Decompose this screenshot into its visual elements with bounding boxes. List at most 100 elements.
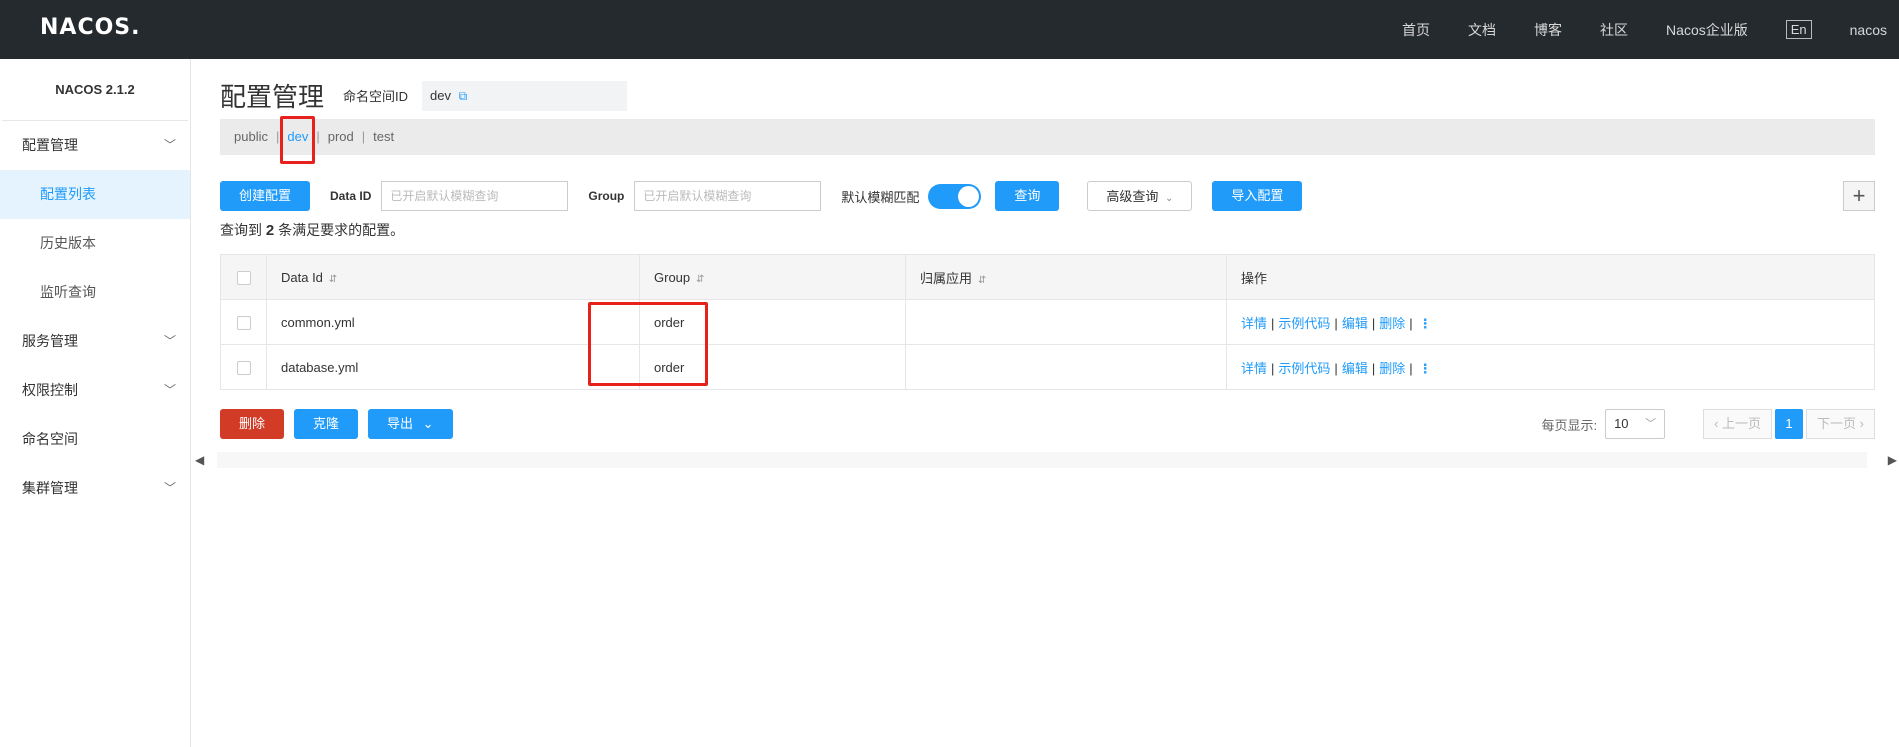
column-header-actions: 操作 [1226,254,1875,300]
copy-icon[interactable]: ⧉ [459,89,468,103]
row-checkbox[interactable] [237,315,251,330]
search-button[interactable]: 查询 [995,181,1060,211]
delete-link[interactable]: 删除 [1379,361,1405,376]
namespace-id-box: dev ⧉ [422,80,628,111]
sidebar-item-access-control[interactable]: 权限控制 ﹀ [0,366,190,415]
next-page-button[interactable]: 下一页 › [1806,409,1875,439]
user-menu[interactable]: nacos [1850,22,1887,38]
sidebar-item-cluster-management[interactable]: 集群管理 ﹀ [0,464,190,513]
highlight-box-dev-tab [280,116,315,164]
more-actions-icon[interactable]: ⋮ [1419,361,1432,376]
group-input[interactable]: 已开启默认模糊查询 [634,181,822,211]
detail-link[interactable]: 详情 [1241,316,1267,331]
row-select-cell [220,299,267,345]
tab-public[interactable]: public [234,129,268,144]
row-checkbox[interactable] [237,360,251,375]
scroll-left-icon[interactable]: ◀ [195,453,204,467]
sample-code-link[interactable]: 示例代码 [1278,316,1330,331]
chevron-down-icon: ﹀ [1645,418,1657,430]
data-id-label: Data ID [330,189,372,203]
sidebar-item-listener-query[interactable]: 监听查询 [0,268,190,317]
sort-icon[interactable]: ⇵ [329,274,337,285]
actions-cell: 详情 | 示例代码 | 编辑 | 删除 | ⋮ [1226,344,1875,390]
sidebar-item-history[interactable]: 历史版本 [0,219,190,268]
action-separator: | [1409,315,1413,331]
delete-button[interactable]: 删除 [220,409,285,439]
sidebar-item-config-management[interactable]: 配置管理 ﹀ [0,121,190,170]
more-actions-icon[interactable]: ⋮ [1419,316,1432,331]
advanced-search-label: 高级查询 [1106,189,1159,204]
column-label: Data Id [281,269,323,285]
chevron-down-icon: ﹀ [163,383,176,397]
import-config-button[interactable]: 导入配置 [1212,181,1303,211]
sidebar-item-label: 配置管理 [22,137,78,153]
sort-icon[interactable]: ⇵ [696,274,704,285]
tab-test[interactable]: test [373,129,394,144]
chevron-down-icon: ﹀ [163,334,176,348]
edit-link[interactable]: 编辑 [1342,316,1368,331]
sidebar-item-label: 权限控制 [22,382,78,398]
fuzzy-match-label: 默认模糊匹配 [841,189,920,205]
sidebar-item-namespace[interactable]: 命名空间 [0,415,190,464]
nav-home[interactable]: 首页 [1402,20,1430,40]
column-label: Group [654,269,691,285]
chevron-down-icon: ﹀ [163,138,176,152]
app-cell [905,344,1227,390]
top-navbar: NACOS. 首页 文档 博客 社区 Nacos企业版 En nacos [0,0,1899,59]
chevron-right-icon: › [1856,416,1864,431]
plus-icon[interactable]: + [1843,181,1875,211]
sample-code-link[interactable]: 示例代码 [1278,361,1330,376]
tab-prod[interactable]: prod [328,129,354,144]
create-config-button[interactable]: 创建配置 [220,181,311,211]
column-label: 操作 [1241,270,1268,286]
language-switch-button[interactable]: En [1785,20,1812,39]
column-label: 归属应用 [920,270,973,286]
sort-icon[interactable]: ⇵ [978,275,986,286]
action-separator: | [1409,360,1413,376]
namespace-id-label: 命名空间ID [343,89,409,104]
column-header-app[interactable]: 归属应用 ⇵ [905,254,1227,300]
page-size-value: 10 [1614,416,1629,431]
export-button[interactable]: 导出 ⌄ [368,409,453,439]
delete-link[interactable]: 删除 [1379,316,1405,331]
action-separator: | [1271,360,1275,376]
data-id-cell: database.yml [266,344,640,390]
table-footer: 删除 克隆 导出 ⌄ 每页显示: 10 ﹀ ‹ 上一页 1 下一页 › [220,408,1875,440]
nacos-logo[interactable]: NACOS. [40,15,141,40]
detail-link[interactable]: 详情 [1241,361,1267,376]
column-header-data-id[interactable]: Data Id ⇵ [266,254,640,300]
data-id-input[interactable]: 已开启默认模糊查询 [381,181,569,211]
action-separator: | [1371,315,1376,331]
namespace-id-value: dev [430,87,451,103]
highlight-box-group-column [588,302,708,386]
page-size-select[interactable]: 10 ﹀ [1605,409,1666,439]
group-label: Group [588,189,625,203]
select-all-checkbox[interactable] [237,270,251,285]
scrollbar-track[interactable] [217,452,1867,468]
app-cell [905,299,1227,345]
result-suffix: 条满足要求的配置。 [278,222,405,238]
fuzzy-match-toggle[interactable] [928,183,982,209]
horizontal-scrollbar[interactable]: ◀ ▶ [195,452,1899,468]
sidebar-item-service-management[interactable]: 服务管理 ﹀ [0,317,190,366]
nav-blog[interactable]: 博客 [1534,20,1562,40]
advanced-search-button[interactable]: 高级查询 ⌄ [1087,181,1193,211]
nav-community[interactable]: 社区 [1600,20,1628,40]
prev-page-button[interactable]: ‹ 上一页 [1703,409,1773,439]
clone-button[interactable]: 克隆 [294,409,359,439]
nav-docs[interactable]: 文档 [1468,20,1496,40]
prev-page-label: 上一页 [1722,416,1762,431]
result-count: 2 [265,222,275,239]
sidebar: NACOS 2.1.2 配置管理 ﹀ 配置列表 历史版本 监听查询 服务管理 ﹀… [0,59,191,747]
sidebar-item-config-list[interactable]: 配置列表 [0,170,190,219]
sidebar-item-label: 集群管理 [22,480,78,496]
page-number-button[interactable]: 1 [1775,409,1804,439]
data-id-cell: common.yml [266,299,640,345]
row-select-cell [220,344,267,390]
edit-link[interactable]: 编辑 [1342,361,1368,376]
scroll-right-icon[interactable]: ▶ [1888,453,1897,467]
chevron-down-icon: ⌄ [422,416,434,431]
column-header-group[interactable]: Group ⇵ [639,254,906,300]
nav-enterprise[interactable]: Nacos企业版 [1666,20,1748,40]
chevron-down-icon: ﹀ [163,481,176,495]
